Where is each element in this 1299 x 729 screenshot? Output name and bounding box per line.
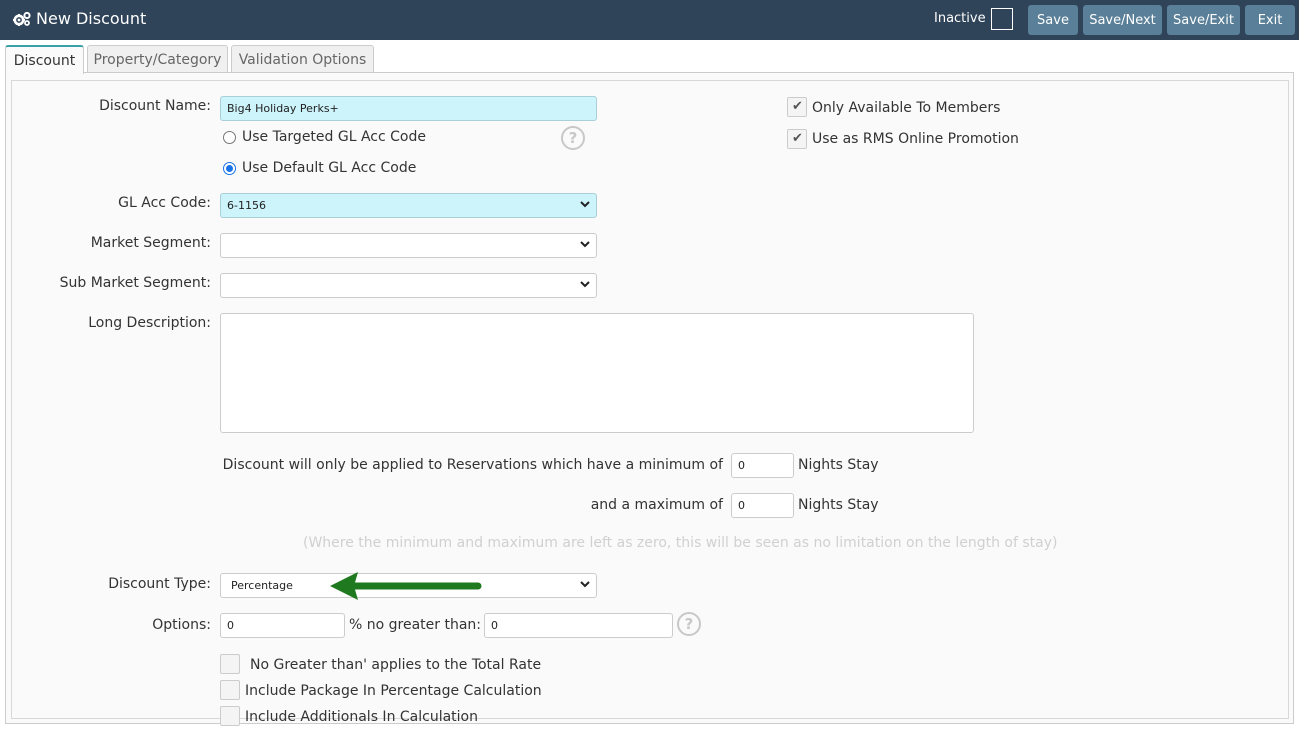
package-checkbox[interactable] — [220, 680, 240, 700]
long-description-label: Long Description: — [88, 315, 211, 331]
only-members-label: Only Available To Members — [812, 100, 1001, 116]
total-rate-checkbox[interactable] — [220, 654, 240, 674]
tab-discount[interactable]: Discount — [5, 45, 84, 74]
max-stay-label: and a maximum of — [590, 497, 723, 513]
green-arrow — [330, 572, 482, 600]
additionals-checkbox[interactable] — [220, 706, 240, 726]
gl-acc-code-select[interactable]: 6-1156 — [220, 193, 597, 218]
save-next-button[interactable]: Save/Next — [1083, 5, 1162, 35]
discount-type-value: Percentage — [231, 579, 293, 592]
chevron-down-icon — [580, 241, 590, 248]
chevron-down-icon — [580, 281, 590, 288]
market-segment-select[interactable] — [220, 233, 597, 258]
max-stay-suffix: Nights Stay — [798, 497, 879, 513]
max-stay-input[interactable]: 0 — [731, 493, 794, 518]
discount-type-label: Discount Type: — [108, 576, 211, 592]
cogs-icon — [12, 11, 32, 27]
sub-market-segment-select[interactable] — [220, 273, 597, 298]
header-bar: New Discount Inactive Save Save/Next Sav… — [0, 0, 1299, 40]
rms-online-checkbox[interactable] — [787, 129, 807, 149]
inactive-label: Inactive — [934, 11, 986, 26]
total-rate-label: No Greater than' applies to the Total Ra… — [250, 657, 542, 673]
options-middle-text: % no greater than: $ — [349, 617, 495, 633]
rms-online-label: Use as RMS Online Promotion — [812, 131, 1019, 147]
min-stay-label: Discount will only be applied to Reserva… — [222, 457, 723, 473]
targeted-gl-label: Use Targeted GL Acc Code — [242, 129, 426, 145]
options-percent-input[interactable]: 0 — [220, 613, 345, 638]
package-label: Include Package In Percentage Calculatio… — [245, 683, 542, 699]
additionals-label: Include Additionals In Calculation — [245, 709, 478, 725]
save-exit-button[interactable]: Save/Exit — [1167, 5, 1240, 35]
question-circle-icon[interactable]: ? — [677, 612, 701, 636]
gl-acc-code-value: 6-1156 — [227, 199, 266, 212]
discount-name-label: Discount Name: — [99, 98, 211, 114]
page-title: New Discount — [36, 9, 147, 28]
min-stay-suffix: Nights Stay — [798, 457, 879, 473]
options-label: Options: — [152, 617, 211, 633]
stay-note: (Where the minimum and maximum are left … — [303, 535, 1058, 551]
inactive-checkbox[interactable] — [991, 8, 1013, 30]
default-gl-radio[interactable] — [223, 162, 236, 175]
save-button[interactable]: Save — [1028, 5, 1078, 35]
tab-property-category[interactable]: Property/Category — [87, 45, 228, 73]
tab-validation-options[interactable]: Validation Options — [231, 45, 374, 73]
page-title-group: New Discount — [12, 9, 146, 28]
chevron-down-icon — [580, 201, 590, 208]
question-circle-icon[interactable]: ? — [561, 126, 585, 150]
sub-market-segment-label: Sub Market Segment: — [59, 275, 211, 291]
default-gl-label: Use Default GL Acc Code — [242, 160, 417, 176]
gl-acc-code-label: GL Acc Code: — [118, 195, 211, 211]
market-segment-label: Market Segment: — [90, 235, 211, 251]
exit-button[interactable]: Exit — [1245, 5, 1295, 35]
only-members-checkbox[interactable] — [787, 97, 807, 117]
discount-name-input[interactable]: Big4 Holiday Perks+ — [220, 96, 597, 121]
min-stay-input[interactable]: 0 — [731, 453, 794, 478]
long-description-textarea[interactable] — [220, 313, 974, 433]
options-max-input[interactable]: 0 — [484, 613, 673, 638]
targeted-gl-radio[interactable] — [223, 131, 236, 144]
chevron-down-icon — [580, 581, 590, 588]
